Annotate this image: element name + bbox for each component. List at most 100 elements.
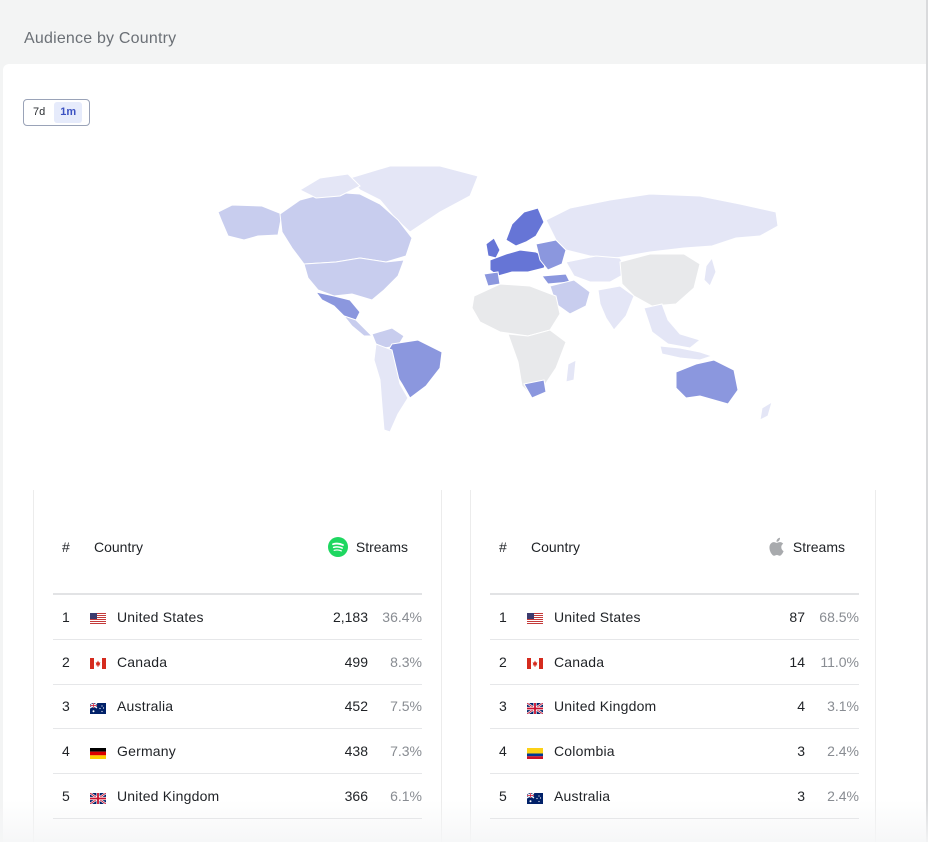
- map-region-southeast-asia[interactable]: [643, 303, 702, 349]
- stream-count: 452: [344, 698, 368, 715]
- country-name: Colombia: [554, 743, 615, 760]
- stream-percent: 2.4%: [827, 788, 859, 805]
- row-rank: 2: [62, 653, 70, 670]
- row-country: United Kingdom: [89, 788, 298, 805]
- row-rank: 1: [62, 608, 70, 625]
- stream-count: 3: [797, 743, 805, 760]
- country-name: Australia: [117, 698, 174, 715]
- stream-count: 3: [797, 788, 805, 805]
- de-flag-icon: [90, 746, 106, 759]
- gb-flag-icon: [526, 701, 544, 715]
- stream-percent: 7.5%: [390, 698, 422, 715]
- row-country: Germany: [90, 743, 298, 760]
- streams-header-label: Streams: [792, 538, 845, 555]
- row-rank: 3: [62, 698, 70, 715]
- spotify-icon: [327, 536, 348, 557]
- table-row[interactable]: 3 Australia 452 7.5%: [53, 685, 422, 730]
- row-country: Colombia: [527, 743, 735, 760]
- table-row[interactable]: 1 United States 2,183 36.4%: [53, 595, 422, 640]
- row-rank: 4: [62, 743, 70, 760]
- row-rank: 1: [499, 608, 507, 625]
- apple-streams-table: # Country Streams 1 United States 87 68.5% 2…: [490, 500, 859, 819]
- row-country: United Kingdom: [526, 698, 735, 715]
- period-7d-button[interactable]: 7d: [27, 102, 51, 123]
- rank-header: #: [499, 538, 507, 555]
- table-row[interactable]: 5 United Kingdom 366 6.1%: [53, 774, 422, 819]
- stream-percent: 8.3%: [390, 653, 422, 670]
- stream-percent: 36.4%: [382, 608, 422, 625]
- stream-percent: 68.5%: [819, 608, 859, 625]
- stream-count: 87: [789, 608, 805, 625]
- row-country: Australia: [526, 788, 735, 805]
- map-region-indonesia[interactable]: [659, 345, 714, 361]
- stream-percent: 2.4%: [827, 743, 859, 760]
- table-row[interactable]: 5 Australia 3 2.4%: [490, 774, 859, 819]
- gb-flag-icon: [89, 791, 107, 805]
- us-flag-icon: [90, 611, 106, 625]
- stream-percent: 3.1%: [827, 698, 859, 715]
- table-row[interactable]: 4 Colombia 3 2.4%: [490, 729, 859, 775]
- streams-header-label: Streams: [355, 538, 408, 555]
- country-header: Country: [531, 538, 581, 555]
- map-region-alaska[interactable]: [217, 204, 283, 241]
- stream-percent: 11.0%: [820, 653, 859, 670]
- row-rank: 3: [499, 698, 507, 715]
- streams-header[interactable]: Streams: [768, 537, 859, 556]
- country-name: Canada: [117, 653, 168, 670]
- row-country: Canada: [527, 653, 735, 670]
- us-flag-icon: [527, 611, 543, 625]
- row-rank: 2: [499, 653, 507, 670]
- streams-header[interactable]: Streams: [327, 536, 422, 557]
- table-row[interactable]: 3 United Kingdom 4 3.1%: [490, 685, 859, 730]
- spotify-streams-table: # Country Streams 1 United States 2,183 36.…: [53, 500, 422, 819]
- country-name: United States: [554, 608, 641, 625]
- rank-header: #: [62, 538, 70, 555]
- page-title: Audience by Country: [24, 30, 177, 47]
- country-name: Germany: [117, 743, 176, 760]
- table-row[interactable]: 2 Canada 499 8.3%: [53, 640, 422, 685]
- stream-count: 4: [797, 698, 805, 715]
- row-country: United States: [90, 608, 298, 625]
- country-name: United States: [117, 608, 204, 625]
- country-name: United Kingdom: [554, 698, 657, 715]
- ca-flag-icon: [90, 656, 106, 670]
- row-country: Australia: [89, 698, 298, 715]
- table-header: # Country Streams: [490, 500, 859, 595]
- stream-percent: 6.1%: [390, 788, 422, 805]
- country-name: United Kingdom: [117, 788, 220, 805]
- au-flag-icon: [89, 701, 106, 714]
- au-flag-icon: [526, 791, 543, 804]
- row-rank: 5: [499, 788, 507, 805]
- stream-count: 366: [344, 788, 368, 805]
- map-region-mexico[interactable]: [314, 291, 361, 321]
- map-region-india[interactable]: [597, 285, 635, 331]
- table-row[interactable]: 2 Canada 14 11.0%: [490, 640, 859, 685]
- map-region-scandinavia[interactable]: [505, 207, 545, 247]
- country-name: Australia: [554, 788, 611, 805]
- table-row[interactable]: 4 Germany 438 7.3%: [53, 729, 422, 775]
- map-region-australia[interactable]: [675, 359, 739, 405]
- period-1m-button[interactable]: 1m: [54, 102, 83, 123]
- stream-count: 14: [789, 653, 805, 670]
- map-region-japan[interactable]: [703, 256, 717, 287]
- table-row[interactable]: 1 United States 87 68.5%: [490, 595, 859, 640]
- map-region-central-asia[interactable]: [565, 255, 629, 283]
- stream-count: 2,183: [332, 608, 368, 625]
- map-region-uk[interactable]: [485, 237, 501, 259]
- map-region-russia[interactable]: [545, 193, 779, 259]
- period-toggle: 7d 1m: [23, 99, 90, 126]
- row-country: Canada: [90, 653, 298, 670]
- map-region-north-africa[interactable]: [471, 283, 561, 337]
- map-region-madagascar[interactable]: [565, 359, 577, 383]
- map-region-iberia[interactable]: [483, 271, 501, 287]
- row-rank: 4: [499, 743, 507, 760]
- map-region-central-america[interactable]: [342, 314, 374, 337]
- world-map: [217, 165, 779, 433]
- country-name: Canada: [554, 653, 605, 670]
- row-rank: 5: [62, 788, 70, 805]
- stream-count: 499: [344, 653, 368, 670]
- map-region-new-zealand[interactable]: [759, 400, 773, 421]
- country-header: Country: [94, 538, 144, 555]
- table-header: # Country Streams: [53, 500, 422, 595]
- ca-flag-icon: [527, 656, 543, 670]
